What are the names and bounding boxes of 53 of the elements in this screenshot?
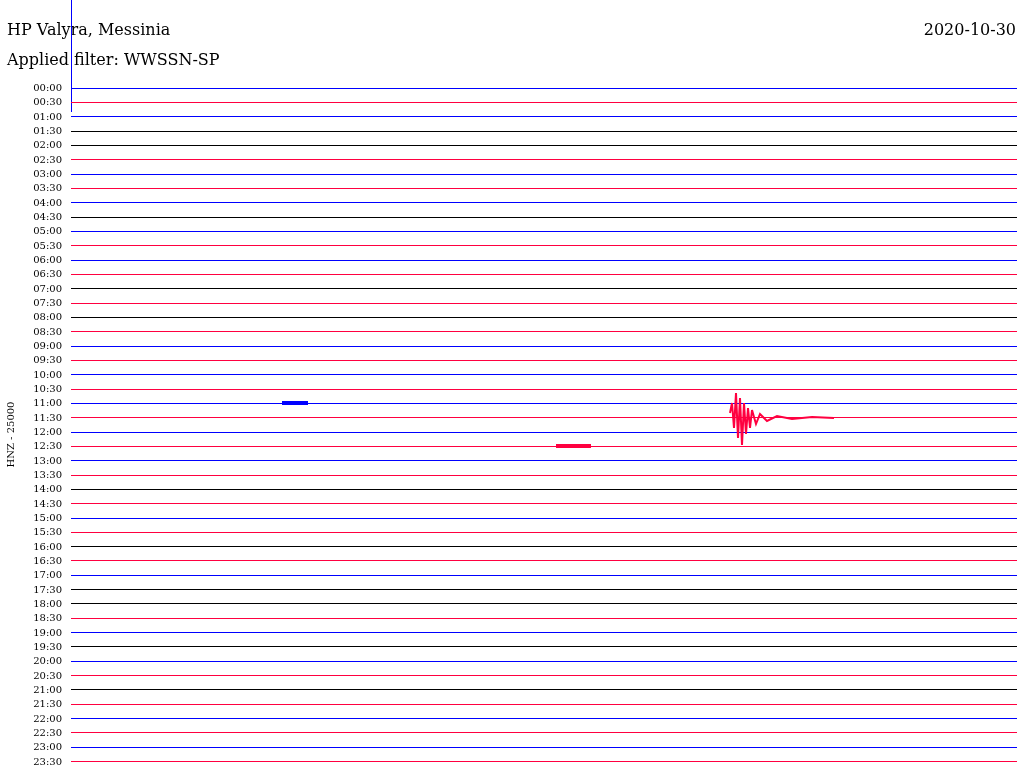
time-label: 19:30 [32,640,63,653]
time-label: 15:30 [32,526,63,539]
time-label: 14:30 [32,497,63,510]
time-label: 05:30 [32,239,63,252]
time-label: 02:00 [32,139,63,152]
time-label: 07:00 [32,282,63,295]
date-label: 2020-10-30 [923,20,1016,40]
time-label: 03:00 [32,168,63,181]
time-label: 10:00 [32,368,63,381]
time-label: 08:00 [32,311,63,324]
time-label: 17:00 [32,569,63,582]
time-label: 19:00 [32,626,63,639]
time-label: 12:00 [32,426,63,439]
filter-label: Applied filter: WWSSN-SP [6,49,221,70]
time-label: 20:00 [32,655,63,668]
time-label: 02:30 [32,153,63,166]
time-label: 10:30 [32,383,63,396]
time-label: 18:30 [32,612,63,625]
time-label: 04:30 [32,211,63,224]
time-label: 20:30 [32,669,63,682]
time-label: 13:30 [32,469,63,481]
time-label: 01:00 [32,110,63,123]
time-label: 16:00 [32,540,63,553]
time-label: 06:30 [32,268,63,281]
time-label: 15:00 [32,512,63,524]
waveform-burst [282,401,308,405]
time-label: 13:00 [32,454,63,467]
time-label: 04:00 [32,196,63,209]
time-label: 18:00 [32,597,63,610]
time-label: 21:00 [32,683,63,696]
time-label: 14:00 [32,483,63,496]
time-label: 22:30 [32,726,63,739]
time-label: 21:30 [32,698,63,711]
time-label: 03:30 [32,182,63,195]
time-label: 01:30 [32,125,63,138]
time-label: 23:30 [32,755,63,768]
time-label: 07:30 [32,297,63,310]
axis-label: HNZ - 25000 [5,401,17,468]
time-label: 11:30 [32,411,63,424]
time-label: 08:30 [32,325,63,338]
time-label: 09:00 [32,340,63,353]
time-label: 17:30 [32,583,63,596]
time-label: 09:30 [32,354,63,367]
time-label: 12:30 [32,440,63,453]
waveform-burst [556,444,591,448]
time-label: 00:30 [32,96,63,109]
time-label: 06:00 [32,254,63,267]
time-label: 11:00 [32,397,63,410]
time-label: 22:00 [32,712,63,725]
time-label: 00:00 [32,82,63,95]
time-label: 16:30 [32,555,63,567]
time-label: 23:00 [32,741,63,754]
time-label: 05:00 [32,225,63,238]
